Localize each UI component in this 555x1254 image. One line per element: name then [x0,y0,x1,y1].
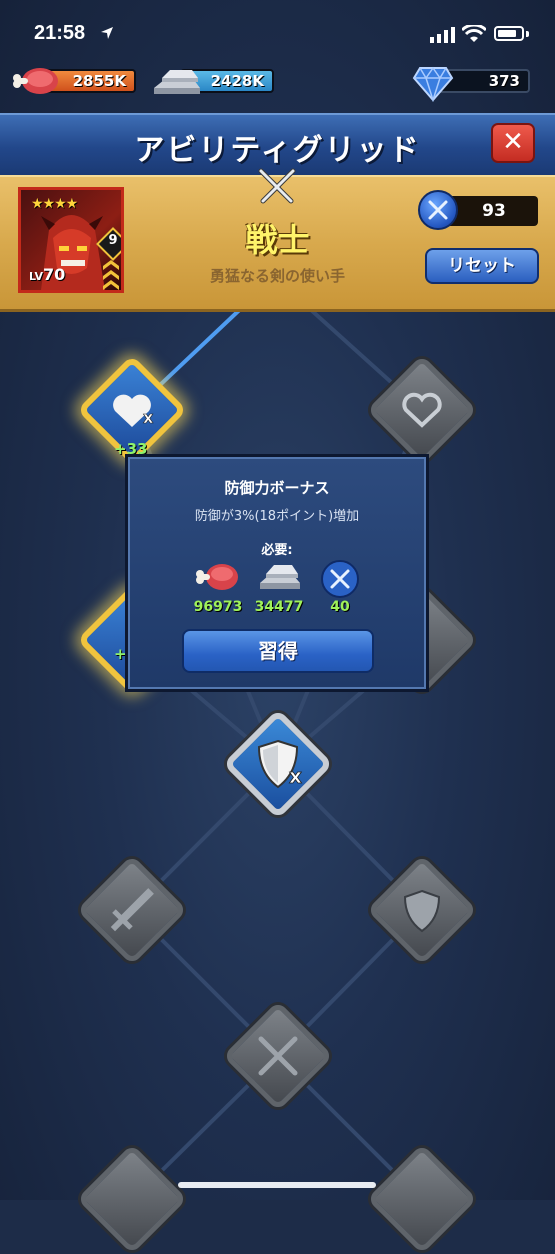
shield-locked-icon [403,889,441,933]
node-bonus: +33 [114,440,148,458]
close-button[interactable]: ✕ [491,123,535,163]
silver-ingot-icon [154,70,200,94]
battery-icon [494,26,524,41]
cost-meat: 96973 [193,599,243,615]
diamond-gem-icon [412,66,454,102]
tooltip-title: 防御力ボーナス [224,479,330,497]
svg-text:x: x [143,408,154,427]
shield-icon: x [257,739,302,788]
cost-silver-icon [260,565,300,589]
cost-ability-point-icon [321,560,359,598]
hero-stars: ★★★★ [31,196,78,212]
svg-text:x: x [289,764,302,788]
tooltip-required-label: 必要: [261,543,293,558]
cost-points: 40 [330,599,350,615]
wifi-icon [462,25,486,42]
ability-tooltip: 防御力ボーナス 防御が3%(18ポイント)増加 必要: 96973 34477 … [128,457,426,689]
home-indicator[interactable] [178,1182,376,1188]
cost-silver: 34477 [254,599,304,615]
cost-meat-icon [196,564,238,590]
cellular-signal-icon [430,27,455,43]
ability-point-icon [418,190,458,230]
heart-icon: x [113,394,154,427]
crossed-swords-locked-icon [258,1036,298,1076]
clock: 21:58 [34,22,86,44]
meat-icon [13,68,58,94]
learn-button[interactable]: 習得 [182,629,374,673]
resource-bar: 2855K 2428K 373 [0,66,555,102]
status-bar: 21:58 [0,0,555,70]
sword-icon [110,888,154,932]
heart-outline-icon [402,392,442,428]
page-title: アビリティグリッド [134,133,421,168]
tooltip-description: 防御が3%(18ポイント)増加 [194,509,360,524]
crossed-swords-icon [258,168,296,204]
location-arrow-icon [101,27,113,39]
close-icon: ✕ [502,127,524,157]
reset-button[interactable]: リセット [425,248,539,284]
